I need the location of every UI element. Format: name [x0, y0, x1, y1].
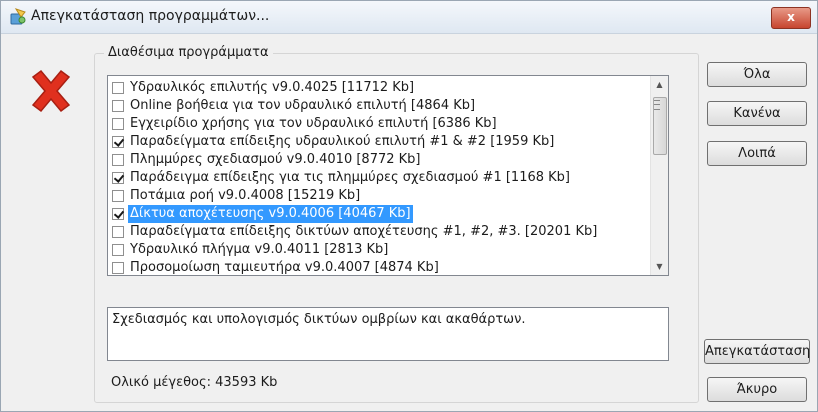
list-item[interactable]: Παράδειγμα επίδειξης για τις πλημμύρες σ… [112, 169, 572, 187]
item-checkbox[interactable] [112, 154, 124, 166]
item-label: Υδραυλικός επιλυτής v9.0.4025 [11712 Kb] [130, 80, 415, 95]
description-text: Σχεδιασμός και υπολογισμός δικτύων ομβρί… [112, 312, 526, 327]
item-checkbox[interactable] [112, 82, 124, 94]
item-label: Ποτάμια ροή v9.0.4008 [15219 Kb] [130, 188, 361, 203]
close-icon: x [787, 10, 795, 24]
item-checkbox[interactable] [112, 136, 124, 148]
list-item[interactable]: Παραδείγματα επίδειξης υδραυλικού επιλυτ… [112, 133, 556, 151]
list-item[interactable]: Προσομοίωση ταμιευτήρα v9.0.4007 [4874 K… [112, 259, 441, 275]
list-item-selected[interactable]: Δίκτυα αποχέτευσης v9.0.4006 [40467 Kb] [112, 205, 413, 223]
uninstall-button[interactable]: Απεγκατάσταση [704, 339, 810, 364]
item-label: Δίκτυα αποχέτευσης v9.0.4006 [40467 Kb] [128, 205, 413, 223]
item-label: Προσομοίωση ταμιευτήρα v9.0.4007 [4874 K… [130, 260, 439, 275]
window-title: Απεγκατάσταση προγραμμάτων... [31, 8, 270, 24]
uninstall-icon [10, 8, 26, 25]
item-label: Παραδείγματα επίδειξης δικτύων αποχέτευσ… [130, 224, 598, 239]
item-checkbox[interactable] [112, 172, 124, 184]
item-label: Παραδείγματα επίδειξης υδραυλικού επιλυτ… [130, 134, 555, 149]
scroll-grip-icon [654, 100, 660, 110]
programs-group-label: Διαθέσιμα προγράμματα [104, 45, 273, 60]
item-label: Εγχειρίδιο χρήσης για τον υδραυλικό επιλ… [130, 116, 497, 131]
scroll-up-arrow-icon[interactable]: ▲ [651, 76, 668, 93]
total-size: Ολικό μέγεθος: 43593 Kb [111, 375, 278, 390]
item-label: Υδραυλικό πλήγμα v9.0.4011 [2813 Kb] [130, 242, 389, 257]
select-all-button[interactable]: Όλα [707, 62, 807, 87]
programs-listbox[interactable]: Υδραυλικός επιλυτής v9.0.4025 [11712 Kb]… [107, 75, 669, 276]
select-none-button[interactable]: Κανένα [707, 101, 807, 126]
list-item[interactable]: Εγχειρίδιο χρήσης για τον υδραυλικό επιλ… [112, 115, 499, 133]
cancel-button[interactable]: Άκυρο [707, 377, 807, 402]
item-checkbox[interactable] [112, 262, 124, 274]
item-checkbox[interactable] [112, 226, 124, 238]
item-checkbox[interactable] [112, 208, 124, 220]
title-bar[interactable]: Απεγκατάσταση προγραμμάτων... x [1, 1, 817, 34]
uninstall-dialog: Απεγκατάσταση προγραμμάτων... x Διαθέσιμ… [0, 0, 818, 412]
scroll-down-arrow-icon[interactable]: ▼ [651, 258, 668, 275]
item-label: Παράδειγμα επίδειξης για τις πλημμύρες σ… [130, 170, 570, 185]
list-item[interactable]: Υδραυλικός επιλυτής v9.0.4025 [11712 Kb] [112, 79, 416, 97]
item-label: Online βοήθεια για τον υδραυλικό επιλυτή… [130, 98, 476, 113]
item-checkbox[interactable] [112, 118, 124, 130]
list-item[interactable]: Πλημμύρες σχεδιασμού v9.0.4010 [8772 Kb] [112, 151, 422, 169]
item-checkbox[interactable] [112, 100, 124, 112]
list-item[interactable]: Ποτάμια ροή v9.0.4008 [15219 Kb] [112, 187, 362, 205]
list-scrollbar[interactable]: ▲ ▼ [650, 76, 668, 275]
list-item[interactable]: Online βοήθεια για τον υδραυλικό επιλυτή… [112, 97, 477, 115]
list-item[interactable]: Υδραυλικό πλήγμα v9.0.4011 [2813 Kb] [112, 241, 390, 259]
item-checkbox[interactable] [112, 190, 124, 202]
select-rest-button[interactable]: Λοιπά [707, 141, 807, 166]
item-label: Πλημμύρες σχεδιασμού v9.0.4010 [8772 Kb] [130, 152, 421, 167]
item-checkbox[interactable] [112, 244, 124, 256]
list-item[interactable]: Παραδείγματα επίδειξης δικτύων αποχέτευσ… [112, 223, 599, 241]
description-box: Σχεδιασμός και υπολογισμός δικτύων ομβρί… [107, 307, 669, 361]
red-x-icon [31, 69, 71, 113]
close-button[interactable]: x [771, 7, 811, 29]
